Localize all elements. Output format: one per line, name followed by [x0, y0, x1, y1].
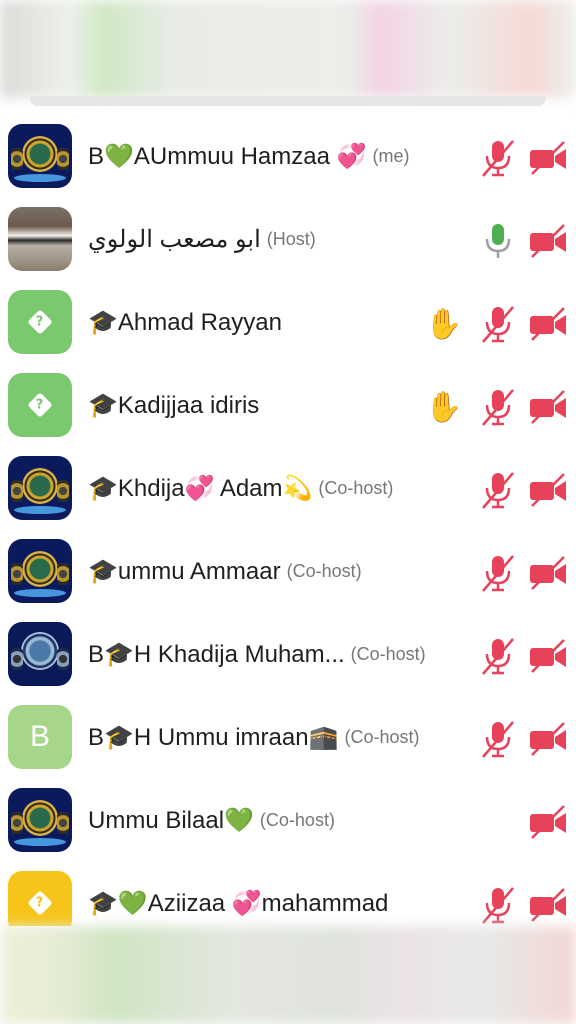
participant-row[interactable]: Ummu Bilaal💚 (Co-host)	[0, 770, 576, 853]
participant-name: Ummu Bilaal💚	[88, 806, 254, 834]
camera-off-icon[interactable]	[528, 138, 568, 178]
blurred-bottom-bar	[0, 926, 576, 1024]
mic-muted-icon[interactable]	[478, 553, 518, 593]
blurred-top-header	[0, 0, 576, 98]
participant-name: 🎓Khdija💞 Adam💫	[88, 474, 313, 502]
participant-name: 🎓Kadijjaa idiris	[88, 391, 260, 419]
mic-muted-icon[interactable]	[478, 304, 518, 344]
avatar	[8, 124, 72, 188]
avatar: ?	[8, 871, 72, 926]
participant-row[interactable]: B💚AUmmuu Hamzaa 💞 (me)	[0, 106, 576, 189]
participant-row[interactable]: 🎓ummu Ammaar (Co-host)	[0, 521, 576, 604]
participant-row[interactable]: ? 🎓💚Aziizaa 💞mahammad	[0, 853, 576, 926]
participant-name: ابو مصعب الولوي	[88, 225, 261, 253]
mic-muted-icon[interactable]	[478, 138, 518, 178]
camera-off-icon[interactable]	[528, 636, 568, 676]
participant-row[interactable]: B B🎓H Ummu imraan🕋 (Co-host)	[0, 687, 576, 770]
mic-muted-icon[interactable]	[478, 636, 518, 676]
participant-name: B💚AUmmuu Hamzaa 💞	[88, 142, 367, 170]
raised-hand-icon: ✋	[425, 389, 463, 425]
mic-muted-icon[interactable]	[478, 470, 518, 510]
camera-off-icon[interactable]	[528, 553, 568, 593]
participant-role: (Host)	[266, 228, 316, 249]
participant-name: B🎓H Khadija Muham...	[88, 640, 345, 668]
participant-role: (Co-host)	[344, 726, 420, 747]
participant-name: B🎓H Ummu imraan🕋	[88, 723, 339, 751]
participant-name: 🎓ummu Ammaar	[88, 557, 281, 585]
participant-role: (Co-host)	[350, 643, 426, 664]
participant-row[interactable]: B🎓H Khadija Muham... (Co-host)	[0, 604, 576, 687]
mic-muted-icon[interactable]	[478, 885, 518, 925]
participant-list: B💚AUmmuu Hamzaa 💞 (me) ابو مصعب الولوي (…	[0, 106, 576, 926]
participant-row[interactable]: 🎓Khdija💞 Adam💫 (Co-host)	[0, 438, 576, 521]
sheet-top-edge	[30, 96, 546, 106]
avatar	[8, 788, 72, 852]
participant-row[interactable]: ? 🎓Kadijjaa idiris ✋	[0, 355, 576, 438]
camera-off-icon[interactable]	[528, 470, 568, 510]
avatar	[8, 207, 72, 271]
participant-name: 🎓Ahmad Rayyan	[88, 308, 282, 336]
camera-off-icon[interactable]	[528, 387, 568, 427]
avatar	[8, 539, 72, 603]
mic-muted-icon[interactable]	[478, 387, 518, 427]
camera-off-icon[interactable]	[528, 304, 568, 344]
camera-off-icon[interactable]	[528, 719, 568, 759]
avatar: ?	[8, 290, 72, 354]
mic-icon[interactable]	[478, 221, 518, 261]
participant-role: (Co-host)	[259, 809, 335, 830]
participant-name: 🎓💚Aziizaa 💞mahammad	[88, 889, 389, 917]
camera-off-icon[interactable]	[528, 221, 568, 261]
avatar: ?	[8, 373, 72, 437]
participant-role: (me)	[372, 145, 410, 166]
camera-off-icon[interactable]	[528, 885, 568, 925]
participant-row[interactable]: ? 🎓Ahmad Rayyan ✋	[0, 272, 576, 355]
participant-row[interactable]: ابو مصعب الولوي (Host)	[0, 189, 576, 272]
camera-off-icon[interactable]	[528, 802, 568, 842]
raised-hand-icon: ✋	[425, 306, 463, 342]
mic-muted-icon[interactable]	[478, 719, 518, 759]
participant-role: (Co-host)	[318, 477, 394, 498]
participant-role: (Co-host)	[286, 560, 362, 581]
avatar	[8, 456, 72, 520]
avatar	[8, 622, 72, 686]
avatar: B	[8, 705, 72, 769]
